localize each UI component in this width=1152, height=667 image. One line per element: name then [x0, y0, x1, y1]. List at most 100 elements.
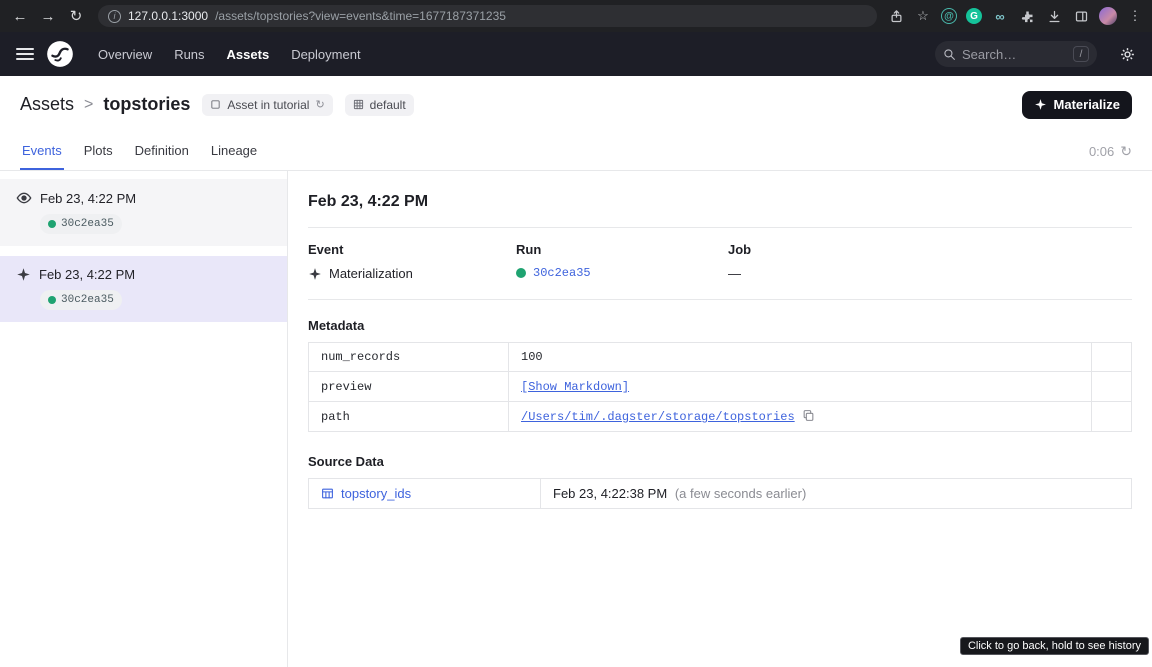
- nav-item-overview[interactable]: Overview: [98, 47, 152, 62]
- metadata-table: num_records 100 preview [Show Markdown] …: [308, 342, 1132, 432]
- breadcrumb-separator: >: [84, 96, 93, 114]
- refresh-countdown: 0:06: [1089, 144, 1114, 159]
- metadata-action-cell: [1092, 402, 1132, 432]
- browser-chrome: ← → ↻ i 127.0.0.1:3000/assets/topstories…: [0, 0, 1152, 32]
- nav-item-runs[interactable]: Runs: [174, 47, 204, 62]
- run-status-dot: [48, 220, 56, 228]
- run-status-dot: [516, 268, 526, 278]
- browser-profile-avatar[interactable]: [1099, 7, 1117, 25]
- metadata-value: 100: [509, 343, 1092, 372]
- job-column-label: Job: [728, 242, 1132, 257]
- event-column: Event Materialization: [308, 242, 516, 281]
- metadata-section-title: Metadata: [308, 318, 1132, 333]
- run-id: 30c2ea35: [61, 294, 114, 306]
- materialize-button[interactable]: Materialize: [1022, 91, 1132, 119]
- materialize-button-label: Materialize: [1054, 97, 1120, 112]
- extension-loom-icon[interactable]: ∞: [991, 7, 1009, 25]
- dagster-logo: [46, 40, 74, 68]
- search-input[interactable]: [962, 47, 1067, 62]
- table-row: preview [Show Markdown]: [309, 372, 1132, 402]
- path-link[interactable]: /Users/tim/.dagster/storage/topstories: [521, 410, 795, 424]
- refresh-timer: 0:06 ↻: [1089, 133, 1132, 170]
- extensions-puzzle-icon[interactable]: [1018, 7, 1036, 25]
- metadata-key: preview: [309, 372, 509, 402]
- show-markdown-link[interactable]: [Show Markdown]: [521, 380, 629, 394]
- url-path: /assets/topstories?view=events&time=1677…: [215, 9, 506, 23]
- asset-table-icon: [321, 487, 334, 500]
- table-row: topstory_ids Feb 23, 4:22:38 PM (a few s…: [309, 479, 1132, 509]
- tab-lineage[interactable]: Lineage: [209, 133, 259, 170]
- tab-definition[interactable]: Definition: [133, 133, 191, 170]
- tag-refresh-icon[interactable]: ↻: [315, 98, 324, 111]
- asset-group-tag-label: default: [370, 98, 406, 112]
- run-tag[interactable]: 30c2ea35: [40, 290, 122, 310]
- event-type-value: Materialization: [329, 266, 413, 281]
- asset-tabs: Events Plots Definition Lineage 0:06 ↻: [0, 133, 1152, 171]
- source-asset-time-note: (a few seconds earlier): [675, 486, 807, 501]
- menu-icon[interactable]: [16, 48, 34, 60]
- side-panel-icon[interactable]: [1072, 7, 1090, 25]
- run-status-dot: [48, 296, 56, 304]
- nav-item-deployment[interactable]: Deployment: [291, 47, 360, 62]
- browser-actions: ☆ @ G ∞ ⋮: [887, 7, 1144, 25]
- metadata-key: path: [309, 402, 509, 432]
- run-id: 30c2ea35: [61, 218, 114, 230]
- asset-tutorial-tag[interactable]: Asset in tutorial ↻: [202, 94, 332, 116]
- run-column: Run 30c2ea35: [516, 242, 728, 281]
- share-icon[interactable]: [887, 7, 905, 25]
- browser-forward-button[interactable]: →: [36, 9, 60, 24]
- observation-eye-icon: [16, 190, 32, 206]
- table-row: num_records 100: [309, 343, 1132, 372]
- extension-at-icon[interactable]: @: [941, 8, 957, 24]
- metadata-action-cell: [1092, 372, 1132, 402]
- primary-nav: Overview Runs Assets Deployment: [98, 47, 361, 62]
- downloads-icon[interactable]: [1045, 7, 1063, 25]
- tab-plots[interactable]: Plots: [82, 133, 115, 170]
- event-detail-title: Feb 23, 4:22 PM: [308, 193, 1132, 211]
- source-asset-time: Feb 23, 4:22:38 PM: [553, 486, 667, 501]
- bookmark-star-icon[interactable]: ☆: [914, 7, 932, 25]
- event-column-label: Event: [308, 242, 516, 257]
- browser-back-tooltip: Click to go back, hold to see history: [960, 637, 1149, 655]
- asset-box-icon: [210, 99, 221, 110]
- event-detail-panel: Feb 23, 4:22 PM Event Materialization Ru…: [288, 171, 1152, 667]
- run-id-link[interactable]: 30c2ea35: [533, 266, 591, 280]
- asset-group-tag[interactable]: default: [345, 94, 414, 116]
- copy-path-icon[interactable]: [802, 409, 815, 422]
- run-tag[interactable]: 30c2ea35: [40, 214, 122, 234]
- materialization-sparkle-icon: [16, 267, 31, 282]
- nav-item-assets[interactable]: Assets: [227, 47, 270, 62]
- event-list-item-observation[interactable]: Feb 23, 4:22 PM 30c2ea35: [0, 179, 287, 246]
- browser-reload-button[interactable]: ↻: [64, 9, 88, 24]
- event-list-sidebar: Feb 23, 4:22 PM 30c2ea35 Feb 23, 4:22 PM…: [0, 171, 288, 667]
- event-time: Feb 23, 4:22 PM: [40, 191, 136, 206]
- event-summary-row: Event Materialization Run 30c2ea35 Job —: [308, 228, 1132, 299]
- run-column-label: Run: [516, 242, 728, 257]
- url-host: 127.0.0.1:3000: [128, 9, 208, 23]
- source-data-section-title: Source Data: [308, 454, 1132, 469]
- site-info-icon[interactable]: i: [108, 10, 121, 23]
- browser-menu-icon[interactable]: ⋮: [1126, 7, 1144, 25]
- search-box[interactable]: /: [935, 41, 1097, 67]
- metadata-key: num_records: [309, 343, 509, 372]
- browser-back-button[interactable]: ←: [8, 9, 32, 24]
- metadata-action-cell: [1092, 343, 1132, 372]
- settings-gear-icon[interactable]: [1119, 46, 1136, 63]
- source-data-table: topstory_ids Feb 23, 4:22:38 PM (a few s…: [308, 478, 1132, 509]
- asset-tutorial-tag-label: Asset in tutorial: [227, 98, 309, 112]
- breadcrumb-assets-link[interactable]: Assets: [20, 94, 74, 115]
- materialization-sparkle-icon: [308, 267, 322, 281]
- event-list-item-materialization[interactable]: Feb 23, 4:22 PM 30c2ea35: [0, 256, 287, 322]
- table-row: path /Users/tim/.dagster/storage/topstor…: [309, 402, 1132, 432]
- page-title: topstories: [103, 94, 190, 115]
- content-area: Feb 23, 4:22 PM 30c2ea35 Feb 23, 4:22 PM…: [0, 171, 1152, 667]
- asset-group-grid-icon: [353, 99, 364, 110]
- asset-page-header: Assets > topstories Asset in tutorial ↻ …: [0, 76, 1152, 133]
- browser-address-bar[interactable]: i 127.0.0.1:3000/assets/topstories?view=…: [98, 5, 877, 27]
- app-nav: Overview Runs Assets Deployment /: [0, 32, 1152, 76]
- event-time: Feb 23, 4:22 PM: [39, 267, 135, 282]
- source-asset-link[interactable]: topstory_ids: [341, 486, 411, 501]
- tab-events[interactable]: Events: [20, 133, 64, 170]
- refresh-icon[interactable]: ↻: [1120, 143, 1132, 160]
- extension-grammarly-icon[interactable]: G: [966, 8, 982, 24]
